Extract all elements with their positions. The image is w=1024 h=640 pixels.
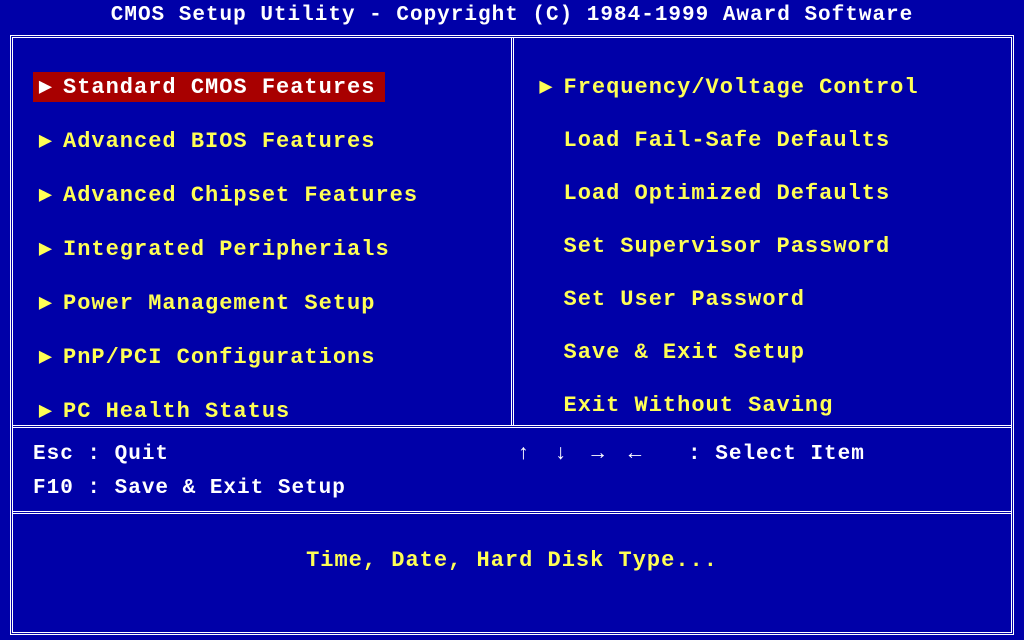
menu-item-right-0[interactable]: ▶ Frequency/Voltage Control bbox=[534, 72, 1002, 102]
triangle-right-icon: ▶ bbox=[37, 290, 55, 316]
menu-item-label: Set User Password bbox=[564, 287, 805, 312]
menu-item-right-5[interactable]: Save & Exit Setup bbox=[534, 338, 1002, 367]
menu-item-label: Load Optimized Defaults bbox=[564, 181, 891, 206]
help-f10: F10 : Save & Exit Setup bbox=[33, 472, 507, 506]
menu-item-label: Advanced Chipset Features bbox=[63, 183, 418, 208]
menu-item-label: PnP/PCI Configurations bbox=[63, 345, 375, 370]
menu-item-left-6[interactable]: ▶ PC Health Status bbox=[33, 396, 501, 426]
help-arrows: ↑ ↓ → ← : Select Item bbox=[517, 438, 991, 472]
menu-column-right: ▶ Frequency/Voltage Control Load Fail-Safe… bbox=[514, 38, 1012, 425]
triangle-right-icon: ▶ bbox=[37, 74, 55, 100]
menu-item-label: Save & Exit Setup bbox=[564, 340, 805, 365]
triangle-right-icon: ▶ bbox=[37, 344, 55, 370]
menu-item-right-2[interactable]: Load Optimized Defaults bbox=[534, 179, 1002, 208]
description-bar: Time, Date, Hard Disk Type... bbox=[13, 514, 1011, 607]
menu-item-right-1[interactable]: Load Fail-Safe Defaults bbox=[534, 126, 1002, 155]
help-bar: Esc : Quit F10 : Save & Exit Setup ↑ ↓ →… bbox=[13, 428, 1011, 514]
menu-item-right-4[interactable]: Set User Password bbox=[534, 285, 1002, 314]
menu-item-label: Standard CMOS Features bbox=[63, 75, 375, 100]
menu-item-label: Set Supervisor Password bbox=[564, 234, 891, 259]
menu-item-left-4[interactable]: ▶ Power Management Setup bbox=[33, 288, 501, 318]
menu-item-label: Load Fail-Safe Defaults bbox=[564, 128, 891, 153]
page-title: CMOS Setup Utility - Copyright (C) 1984-… bbox=[0, 0, 1024, 35]
menu-item-label: Advanced BIOS Features bbox=[63, 129, 375, 154]
help-esc: Esc : Quit bbox=[33, 438, 507, 472]
triangle-right-icon: ▶ bbox=[37, 182, 55, 208]
menu-item-right-6[interactable]: Exit Without Saving bbox=[534, 391, 1002, 420]
menu-item-left-3[interactable]: ▶ Integrated Peripherials bbox=[33, 234, 501, 264]
menu-item-left-5[interactable]: ▶ PnP/PCI Configurations bbox=[33, 342, 501, 372]
menu-item-label: Integrated Peripherials bbox=[63, 237, 390, 262]
menu-column-left: ▶ Standard CMOS Features ▶ Advanced BIOS Fe… bbox=[13, 38, 514, 425]
bios-window: ▶ Standard CMOS Features ▶ Advanced BIOS Fe… bbox=[10, 35, 1014, 635]
menu-item-label: PC Health Status bbox=[63, 399, 290, 424]
menu-item-left-2[interactable]: ▶ Advanced Chipset Features bbox=[33, 180, 501, 210]
menu-item-right-3[interactable]: Set Supervisor Password bbox=[534, 232, 1002, 261]
menu-area: ▶ Standard CMOS Features ▶ Advanced BIOS Fe… bbox=[13, 38, 1011, 428]
menu-item-label: Exit Without Saving bbox=[564, 393, 834, 418]
triangle-right-icon: ▶ bbox=[37, 128, 55, 154]
menu-item-label: Power Management Setup bbox=[63, 291, 375, 316]
triangle-right-icon: ▶ bbox=[538, 74, 556, 100]
menu-item-label: Frequency/Voltage Control bbox=[564, 75, 919, 100]
triangle-right-icon: ▶ bbox=[37, 398, 55, 424]
triangle-right-icon: ▶ bbox=[37, 236, 55, 262]
menu-item-left-1[interactable]: ▶ Advanced BIOS Features bbox=[33, 126, 501, 156]
menu-item-left-0[interactable]: ▶ Standard CMOS Features bbox=[33, 72, 385, 102]
